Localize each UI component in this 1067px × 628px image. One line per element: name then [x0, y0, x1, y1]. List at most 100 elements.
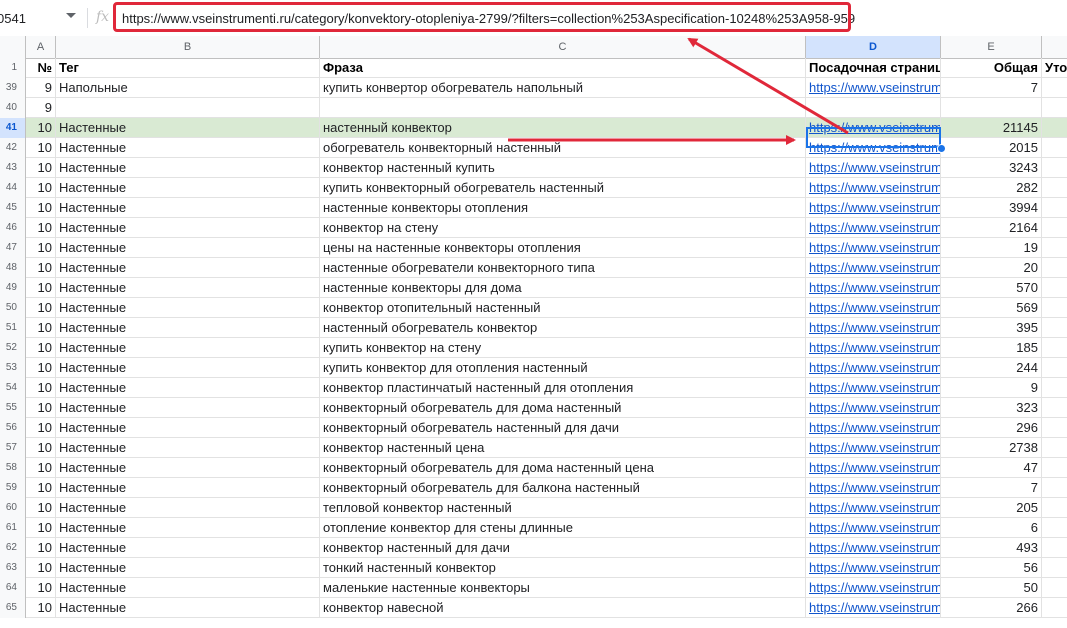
- cell-number[interactable]: 10: [26, 278, 56, 297]
- row-number[interactable]: 42: [0, 138, 26, 158]
- row-number[interactable]: 63: [0, 558, 26, 578]
- cell-landing-page-link[interactable]: https://www.vseinstrumenti.ru: [806, 238, 941, 257]
- cell-landing-page-link[interactable]: https://www.vseinstrumenti.ru: [806, 338, 941, 357]
- cell-landing-page-link[interactable]: https://www.vseinstrumenti.ru: [806, 218, 941, 237]
- row-number[interactable]: 45: [0, 198, 26, 218]
- cell-landing-page-link[interactable]: https://www.vseinstrumenti.ru: [806, 418, 941, 437]
- cell-total[interactable]: 282: [941, 178, 1042, 197]
- cell-f[interactable]: [1042, 578, 1067, 597]
- cell-f[interactable]: [1042, 458, 1067, 477]
- row-number[interactable]: 47: [0, 238, 26, 258]
- cell-phrase[interactable]: настенный обогреватель конвектор: [320, 318, 806, 337]
- cell-e1[interactable]: Общая: [941, 58, 1042, 77]
- cell-phrase[interactable]: конвектор настенный купить: [320, 158, 806, 177]
- cell-phrase[interactable]: конвектор на стену: [320, 218, 806, 237]
- cell-tag[interactable]: Напольные: [56, 78, 320, 97]
- row-number[interactable]: 59: [0, 478, 26, 498]
- cell-total[interactable]: 569: [941, 298, 1042, 317]
- cell-number[interactable]: 9: [26, 98, 56, 117]
- cell-total[interactable]: 7: [941, 78, 1042, 97]
- cell-f[interactable]: [1042, 238, 1067, 257]
- row-number[interactable]: 52: [0, 338, 26, 358]
- name-box[interactable]: 0541: [0, 0, 82, 36]
- cell-tag[interactable]: Настенные: [56, 518, 320, 537]
- cell-total[interactable]: 56: [941, 558, 1042, 577]
- row-number[interactable]: 58: [0, 458, 26, 478]
- cell-number[interactable]: 10: [26, 218, 56, 237]
- cell-landing-page-link[interactable]: https://www.vseinstrumenti.ru: [806, 258, 941, 277]
- cell-landing-page-link[interactable]: https://www.vseinstrumenti.ru: [806, 178, 941, 197]
- row-number[interactable]: 46: [0, 218, 26, 238]
- cell-f[interactable]: [1042, 118, 1067, 137]
- row-number[interactable]: 65: [0, 598, 26, 618]
- cell-landing-page-link[interactable]: https://www.vseinstrumenti.ru: [806, 198, 941, 217]
- cell-number[interactable]: 10: [26, 138, 56, 157]
- cell-f[interactable]: [1042, 178, 1067, 197]
- column-header-f[interactable]: [1042, 36, 1067, 58]
- cell-landing-page-link[interactable]: https://www.vseinstrumenti.ru: [806, 118, 941, 137]
- cell-total[interactable]: 296: [941, 418, 1042, 437]
- cell-total[interactable]: 266: [941, 598, 1042, 617]
- cell-tag[interactable]: Настенные: [56, 278, 320, 297]
- cell-landing-page-link[interactable]: https://www.vseinstrumenti.ru: [806, 278, 941, 297]
- cell-f[interactable]: [1042, 558, 1067, 577]
- cell-number[interactable]: 10: [26, 238, 56, 257]
- cell-landing-page-link[interactable]: https://www.vseinstrumenti.ru: [806, 578, 941, 597]
- row-number[interactable]: 1: [0, 58, 26, 78]
- cell-total[interactable]: 2738: [941, 438, 1042, 457]
- cell-number[interactable]: 9: [26, 78, 56, 97]
- cell-phrase[interactable]: [320, 98, 806, 117]
- cell-landing-page-link[interactable]: https://www.vseinstrumenti.ru: [806, 138, 941, 157]
- cell-tag[interactable]: Настенные: [56, 118, 320, 137]
- cell-landing-page-link[interactable]: https://www.vseinstrumenti.ru: [806, 398, 941, 417]
- cell-landing-page-link[interactable]: https://www.vseinstrumenti.ru: [806, 298, 941, 317]
- cell-total[interactable]: 3243: [941, 158, 1042, 177]
- cell-total[interactable]: 20: [941, 258, 1042, 277]
- cell-phrase[interactable]: конвектор настенный для дачи: [320, 538, 806, 557]
- cell-landing-page-link[interactable]: https://www.vseinstrumenti.ru: [806, 378, 941, 397]
- cell-number[interactable]: 10: [26, 198, 56, 217]
- row-number[interactable]: 55: [0, 398, 26, 418]
- row-number[interactable]: 53: [0, 358, 26, 378]
- cell-phrase[interactable]: маленькие настенные конвекторы: [320, 578, 806, 597]
- cell-total[interactable]: 3994: [941, 198, 1042, 217]
- cell-phrase[interactable]: цены на настенные конвекторы отопления: [320, 238, 806, 257]
- cell-landing-page-link[interactable]: [806, 98, 941, 117]
- cell-tag[interactable]: Настенные: [56, 198, 320, 217]
- cell-number[interactable]: 10: [26, 398, 56, 417]
- cell-number[interactable]: 10: [26, 118, 56, 137]
- cell-number[interactable]: 10: [26, 538, 56, 557]
- column-header-e[interactable]: E: [941, 36, 1042, 58]
- cell-total[interactable]: 205: [941, 498, 1042, 517]
- cell-phrase[interactable]: конвекторный обогреватель настенный для …: [320, 418, 806, 437]
- cell-total[interactable]: 50: [941, 578, 1042, 597]
- cell-f[interactable]: [1042, 598, 1067, 617]
- cell-phrase[interactable]: конвекторный обогреватель для дома насте…: [320, 458, 806, 477]
- cell-f[interactable]: [1042, 78, 1067, 97]
- cell-number[interactable]: 10: [26, 418, 56, 437]
- cell-phrase[interactable]: настенные обогреватели конвекторного тип…: [320, 258, 806, 277]
- cell-number[interactable]: 10: [26, 178, 56, 197]
- cell-tag[interactable]: Настенные: [56, 218, 320, 237]
- cell-f[interactable]: [1042, 398, 1067, 417]
- cell-phrase[interactable]: купить конвектор для отопления настенный: [320, 358, 806, 377]
- row-number[interactable]: 48: [0, 258, 26, 278]
- cell-number[interactable]: 10: [26, 378, 56, 397]
- column-header-b[interactable]: B: [56, 36, 320, 58]
- cell-landing-page-link[interactable]: https://www.vseinstrumenti.ru: [806, 318, 941, 337]
- cell-f1[interactable]: Уто: [1042, 58, 1067, 77]
- row-number[interactable]: 51: [0, 318, 26, 338]
- cell-b1[interactable]: Тег: [56, 58, 320, 77]
- cell-landing-page-link[interactable]: https://www.vseinstrumenti.ru: [806, 478, 941, 497]
- column-header-d[interactable]: D: [806, 36, 941, 58]
- row-number[interactable]: 49: [0, 278, 26, 298]
- cell-tag[interactable]: Настенные: [56, 378, 320, 397]
- row-number[interactable]: 56: [0, 418, 26, 438]
- cell-f[interactable]: [1042, 138, 1067, 157]
- cell-total[interactable]: 19: [941, 238, 1042, 257]
- row-number[interactable]: 50: [0, 298, 26, 318]
- cell-phrase[interactable]: купить конвертор обогреватель напольный: [320, 78, 806, 97]
- cell-phrase[interactable]: конвекторный обогреватель для дома насте…: [320, 398, 806, 417]
- cell-f[interactable]: [1042, 498, 1067, 517]
- cell-phrase[interactable]: тепловой конвектор настенный: [320, 498, 806, 517]
